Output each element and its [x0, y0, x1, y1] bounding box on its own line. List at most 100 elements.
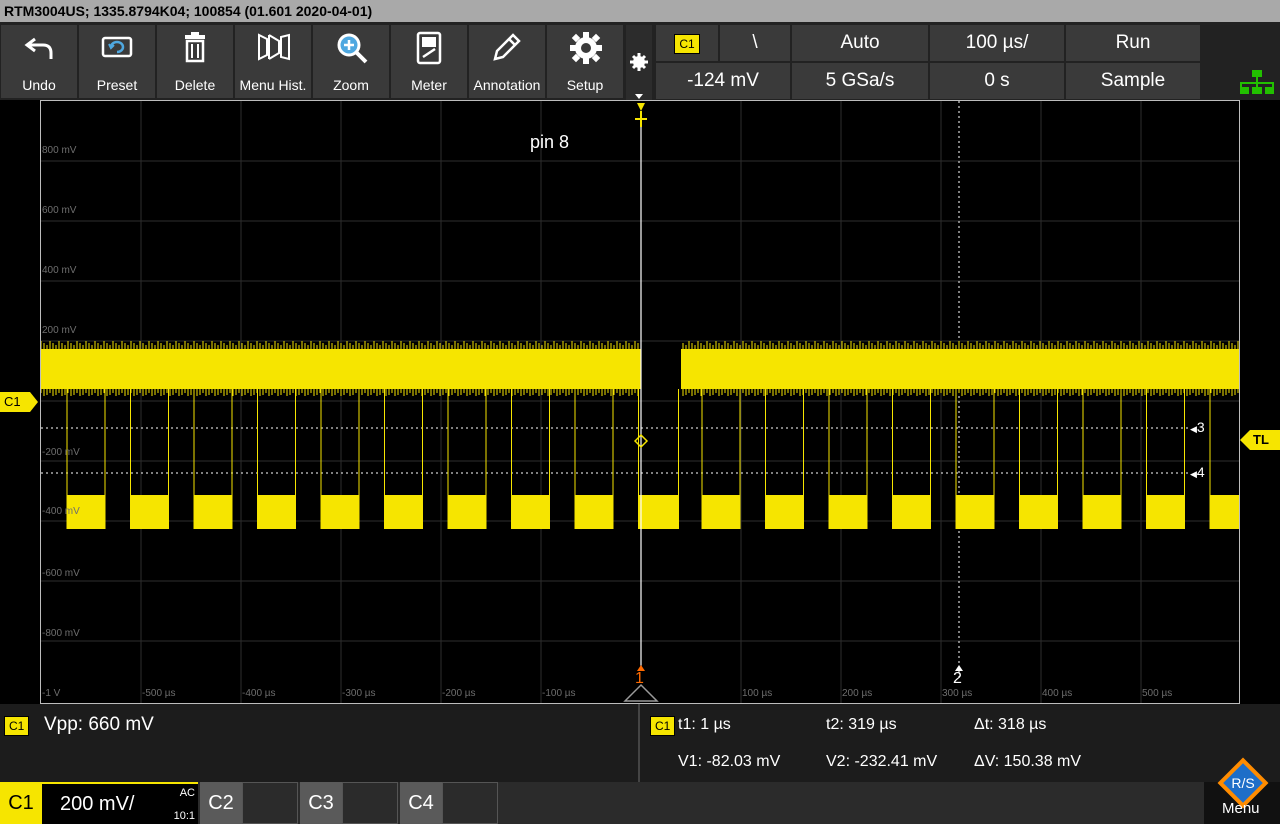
cursor-4-label: 4: [1196, 464, 1205, 480]
acquisition-mode[interactable]: Sample: [1066, 63, 1200, 99]
channel3-button[interactable]: C3: [300, 782, 342, 824]
x-label-neg400: -400 µs: [242, 688, 276, 699]
signal-low-pulse: [257, 495, 296, 529]
trigger-level-label: TL: [1253, 432, 1269, 447]
signal-low-pulse: [384, 495, 423, 529]
undo-icon: [24, 37, 53, 59]
signal-low-pulse: [1083, 495, 1121, 529]
signal-low-pulse: [702, 495, 740, 529]
setup-button[interactable]: Setup: [547, 25, 623, 98]
channel2-settings[interactable]: [242, 782, 298, 824]
channel4-button[interactable]: C4: [400, 782, 442, 824]
cursor-4-handle[interactable]: ◀4: [1190, 464, 1205, 482]
y-label-neg600mv: -600 mV: [42, 568, 80, 579]
channel1-coupling: AC: [179, 787, 195, 799]
channel1-marker-label: C1: [4, 394, 21, 409]
preset-button[interactable]: Preset: [79, 25, 155, 98]
signal-low-pulse: [1146, 495, 1185, 529]
v1-readout: V1: -82.03 mV: [678, 753, 781, 770]
channel4-settings[interactable]: [442, 782, 498, 824]
cursor-2-label[interactable]: 2: [953, 670, 962, 688]
waveform-annotation[interactable]: pin 8: [530, 132, 569, 153]
menu-history-label: Menu Hist.: [239, 77, 307, 93]
trigger-source[interactable]: C1: [656, 25, 718, 61]
x-label-400: 400 µs: [1042, 688, 1073, 699]
channel1-scale: 200 mV/: [60, 793, 135, 815]
small-gear-icon: [630, 53, 648, 99]
trigger-marker-top: [637, 103, 645, 111]
svg-text:R/S: R/S: [1231, 775, 1254, 791]
trigger-mode[interactable]: Auto: [792, 25, 928, 61]
meter-icon: [416, 31, 442, 65]
x-label-300: 300 µs: [942, 688, 973, 699]
timebase[interactable]: 100 µs/: [930, 25, 1064, 61]
cursor-3-label: 3: [1196, 419, 1205, 435]
signal-low-pulse: [448, 495, 486, 529]
undo-label: Undo: [22, 77, 56, 93]
preset-label: Preset: [96, 77, 138, 93]
signal-low-pulse: [956, 495, 994, 529]
t2-readout: t2: 319 µs: [826, 716, 897, 733]
signal-low-pulse: [638, 495, 679, 529]
channel1-settings[interactable]: 200 mV/ AC 10:1: [42, 782, 198, 824]
signal-low-pulse: [130, 495, 169, 529]
meter-label: Meter: [411, 77, 447, 93]
run-state[interactable]: Run: [1066, 25, 1200, 61]
y-label-800mv: 800 mV: [42, 145, 77, 156]
main-menu-button[interactable]: R/S Menu: [1204, 757, 1280, 824]
cursor-1-label[interactable]: 1: [635, 670, 644, 688]
signal-low-pulse: [194, 495, 232, 529]
channel1-button[interactable]: C1: [0, 782, 42, 824]
x-label-neg500: -500 µs: [142, 688, 176, 699]
y-label-600mv: 600 mV: [42, 205, 77, 216]
signal-low-pulse: [892, 495, 931, 529]
measurement-channel-badge: C1: [4, 716, 30, 736]
t1-readout: t1: 1 µs: [678, 716, 731, 733]
measurement-panel: C1 Vpp: 660 mV C1 t1: 1 µs t2: 319 µs Δt…: [0, 704, 1280, 782]
signal-low-pulse: [321, 495, 359, 529]
x-label-500: 500 µs: [1142, 688, 1173, 699]
trigger-level[interactable]: -124 mV: [656, 63, 790, 99]
y-label-neg800mv: -800 mV: [42, 628, 80, 639]
quick-settings-button[interactable]: [626, 25, 652, 100]
waveform-canvas: [41, 101, 1239, 703]
gear-icon: [570, 32, 602, 64]
undo-button[interactable]: Undo: [1, 25, 77, 98]
signal-low-pulse: [765, 495, 804, 529]
delta-t-readout: Δt: 318 µs: [974, 716, 1047, 733]
menu-history-icon: [258, 33, 290, 61]
menu-label: Menu: [1222, 800, 1260, 817]
channel3-settings[interactable]: [342, 782, 398, 824]
signal-low-pulse: [511, 495, 550, 529]
x-label-neg200: -200 µs: [442, 688, 476, 699]
trigger-level-marker[interactable]: TL: [1240, 430, 1280, 450]
pencil-icon: [493, 33, 521, 61]
cursor-3-handle[interactable]: ◀3: [1190, 419, 1205, 437]
sample-rate[interactable]: 5 GSa/s: [792, 63, 928, 99]
y-label-neg1v: -1 V: [42, 688, 61, 699]
channel2-button[interactable]: C2: [200, 782, 242, 824]
delete-button[interactable]: Delete: [157, 25, 233, 98]
zoom-label: Zoom: [333, 77, 369, 93]
channel1-offset-marker[interactable]: C1: [0, 392, 38, 413]
zoom-button[interactable]: Zoom: [313, 25, 389, 98]
waveform-display[interactable]: [40, 100, 1240, 704]
menu-history-button[interactable]: Menu Hist.: [235, 25, 311, 98]
setup-label: Setup: [566, 77, 604, 93]
delta-v-readout: ΔV: 150.38 mV: [974, 753, 1082, 770]
signal-low-pulse: [1019, 495, 1058, 529]
trigger-source-badge: C1: [674, 34, 700, 54]
window-title: RTM3004US; 1335.8794K04; 100854 (01.601 …: [0, 0, 1280, 22]
meter-button[interactable]: Meter: [391, 25, 467, 98]
trigger-offset[interactable]: 0 s: [930, 63, 1064, 99]
signal-low-pulse: [575, 495, 613, 529]
signal-high-band: [681, 349, 1239, 389]
y-label-neg400mv: -400 mV: [42, 506, 80, 517]
x-label-100: 100 µs: [742, 688, 773, 699]
signal-low-pulse: [1210, 495, 1239, 529]
y-label-400mv: 400 mV: [42, 265, 77, 276]
annotation-button[interactable]: Annotation: [469, 25, 545, 98]
delete-label: Delete: [174, 77, 216, 93]
vpp-readout[interactable]: Vpp: 660 mV: [44, 714, 154, 736]
trigger-slope[interactable]: \: [720, 25, 790, 61]
